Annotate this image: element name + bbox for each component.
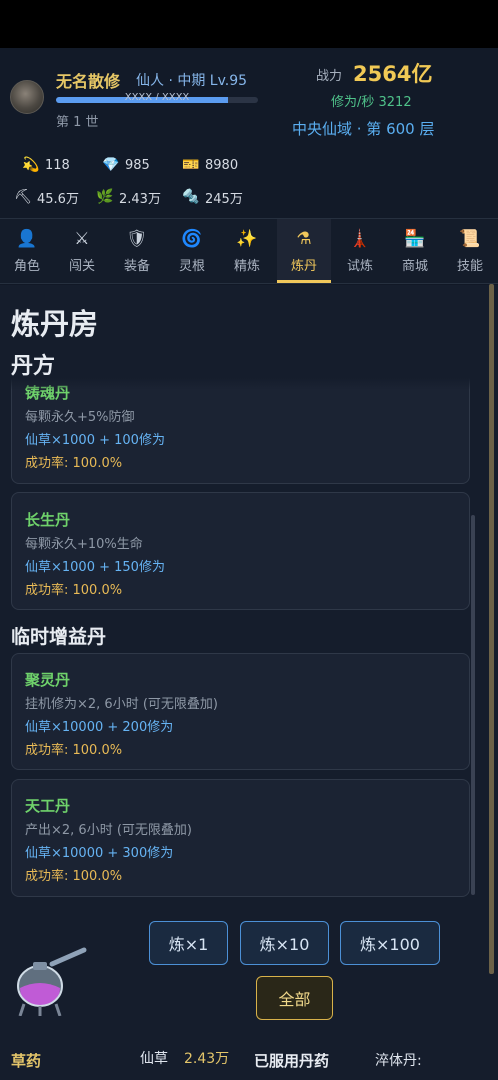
- generation-label: 第 1 世: [56, 115, 99, 130]
- resource-comet: 💫 118: [22, 155, 70, 175]
- tab-trial[interactable]: 🗼 试炼: [333, 219, 387, 283]
- tab-character[interactable]: 👤 角色: [0, 219, 54, 283]
- tab-label: 技能: [456, 259, 483, 274]
- resource-value: 118: [45, 157, 70, 173]
- diamond-icon: 💎: [102, 157, 120, 173]
- resource-pickaxe: ⛏ 45.6万: [14, 187, 79, 207]
- recipe-cost: 仙草×1000 + 150修为: [25, 560, 165, 575]
- tab-refine[interactable]: ✨ 精炼: [220, 219, 274, 283]
- recipe-card-spirit[interactable]: 聚灵丹 挂机修为×2, 6小时 (可无限叠加) 仙草×10000 + 200修为…: [11, 653, 470, 770]
- temp-buff-heading: 临时增益丹: [11, 626, 107, 648]
- herb-name: 仙草: [140, 1051, 168, 1067]
- recipe-desc: 每颗永久+10%生命: [25, 537, 143, 552]
- ticket-icon: 🎫: [182, 157, 200, 173]
- scroll-fade: [11, 378, 470, 390]
- recipe-cost: 仙草×10000 + 300修为: [25, 846, 174, 861]
- resource-value: 2.43万: [119, 191, 161, 207]
- cultivation-rate: 修为/秒 3212: [331, 95, 412, 110]
- resource-value: 245万: [205, 191, 243, 207]
- list-scrollbar[interactable]: [471, 515, 475, 895]
- zone-label[interactable]: 中央仙域 · 第 600 层: [292, 118, 434, 139]
- tab-label: 精炼: [233, 259, 260, 274]
- recipe-desc: 挂机修为×2, 6小时 (可无限叠加): [25, 697, 218, 712]
- recipe-cost: 仙草×1000 + 100修为: [25, 433, 165, 448]
- page-scrollbar[interactable]: [489, 284, 494, 974]
- recipes-heading: 丹方: [11, 354, 56, 379]
- tab-equipment[interactable]: 🛡 装备: [110, 219, 164, 283]
- recipe-name: 长生丹: [25, 511, 71, 529]
- recipe-cost: 仙草×10000 + 200修为: [25, 720, 174, 735]
- recipe-rate: 成功率: 100.0%: [25, 743, 123, 758]
- player-realm: 仙人 · 中期 Lv.95: [136, 73, 248, 89]
- shield-icon: 🛡: [126, 229, 148, 249]
- avatar[interactable]: [10, 80, 44, 114]
- resource-ore: 🔩 245万: [182, 187, 243, 207]
- person-icon: 👤: [16, 229, 38, 249]
- tab-label: 炼丹: [290, 259, 317, 274]
- herbs-label: 草药: [11, 1052, 42, 1070]
- pill-name: 淬体丹:: [375, 1053, 422, 1069]
- recipe-desc: 产出×2, 6小时 (可无限叠加): [25, 823, 192, 838]
- page-title: 炼丹房: [11, 307, 99, 341]
- brew-x10-button[interactable]: 炼×10: [240, 921, 329, 965]
- resource-diamond: 💎 985: [102, 155, 150, 175]
- brew-all-button[interactable]: 全部: [256, 976, 333, 1020]
- tab-skills[interactable]: 📜 技能: [443, 219, 497, 283]
- ore-icon: 🔩: [182, 189, 200, 205]
- power-label: 战力: [316, 69, 343, 84]
- pickaxe-icon: ⛏: [14, 189, 32, 205]
- recipe-rate: 成功率: 100.0%: [25, 456, 123, 471]
- tab-label: 商城: [401, 259, 428, 274]
- comet-icon: 💫: [22, 157, 40, 173]
- flask-icon: [17, 947, 87, 1016]
- power-value: 2564亿: [353, 62, 433, 86]
- herb-value: 2.43万: [184, 1051, 230, 1067]
- flask-icon: ⚗: [296, 229, 312, 249]
- xp-text: XXXX / XXXX: [124, 93, 190, 100]
- tower-icon: 🗼: [349, 229, 371, 249]
- tab-bar: 👤 角色 ⚔ 闯关 🛡 装备 🌀 灵根 ✨ 精炼 ⚗ 炼丹 🗼 试炼 🏪 商城 …: [0, 218, 498, 284]
- tab-label: 闯关: [68, 259, 95, 274]
- recipe-rate: 成功率: 100.0%: [25, 869, 123, 884]
- sparkles-icon: ✨: [236, 229, 258, 249]
- recipe-card-soul[interactable]: 铸魂丹 每颗永久+5%防御 仙草×1000 + 100修为 成功率: 100.0…: [11, 378, 470, 484]
- resource-value: 985: [125, 157, 150, 173]
- tab-label: 灵根: [178, 259, 205, 274]
- tab-label: 角色: [13, 259, 40, 274]
- scroll-icon: 📜: [459, 229, 481, 249]
- store-icon: 🏪: [404, 229, 426, 249]
- swords-icon: ⚔: [74, 229, 90, 249]
- recipe-desc: 每颗永久+5%防御: [25, 410, 135, 425]
- herb-icon: 🌿: [96, 189, 114, 205]
- used-pills-label: 已服用丹药: [254, 1052, 330, 1070]
- resource-value: 8980: [205, 157, 239, 173]
- tab-label: 试炼: [346, 259, 373, 274]
- recipe-card-longevity[interactable]: 长生丹 每颗永久+10%生命 仙草×1000 + 150修为 成功率: 100.…: [11, 492, 470, 610]
- resource-ticket: 🎫 8980: [182, 155, 238, 175]
- status-bar: [0, 0, 498, 48]
- swirl-icon: 🌀: [181, 229, 203, 249]
- tab-stages[interactable]: ⚔ 闯关: [55, 219, 109, 283]
- recipe-name: 天工丹: [25, 797, 71, 815]
- tab-spirit-root[interactable]: 🌀 灵根: [165, 219, 219, 283]
- tab-store[interactable]: 🏪 商城: [388, 219, 442, 283]
- recipe-rate: 成功率: 100.0%: [25, 583, 123, 598]
- resource-herb: 🌿 2.43万: [96, 187, 161, 207]
- brew-x100-button[interactable]: 炼×100: [340, 921, 440, 965]
- tab-label: 装备: [123, 259, 150, 274]
- player-name: 无名散修: [56, 72, 121, 91]
- tab-alchemy[interactable]: ⚗ 炼丹: [277, 219, 331, 283]
- recipe-name: 聚灵丹: [25, 671, 71, 689]
- brew-x1-button[interactable]: 炼×1: [149, 921, 228, 965]
- resource-value: 45.6万: [37, 191, 79, 207]
- recipe-card-craft[interactable]: 天工丹 产出×2, 6小时 (可无限叠加) 仙草×10000 + 300修为 成…: [11, 779, 470, 897]
